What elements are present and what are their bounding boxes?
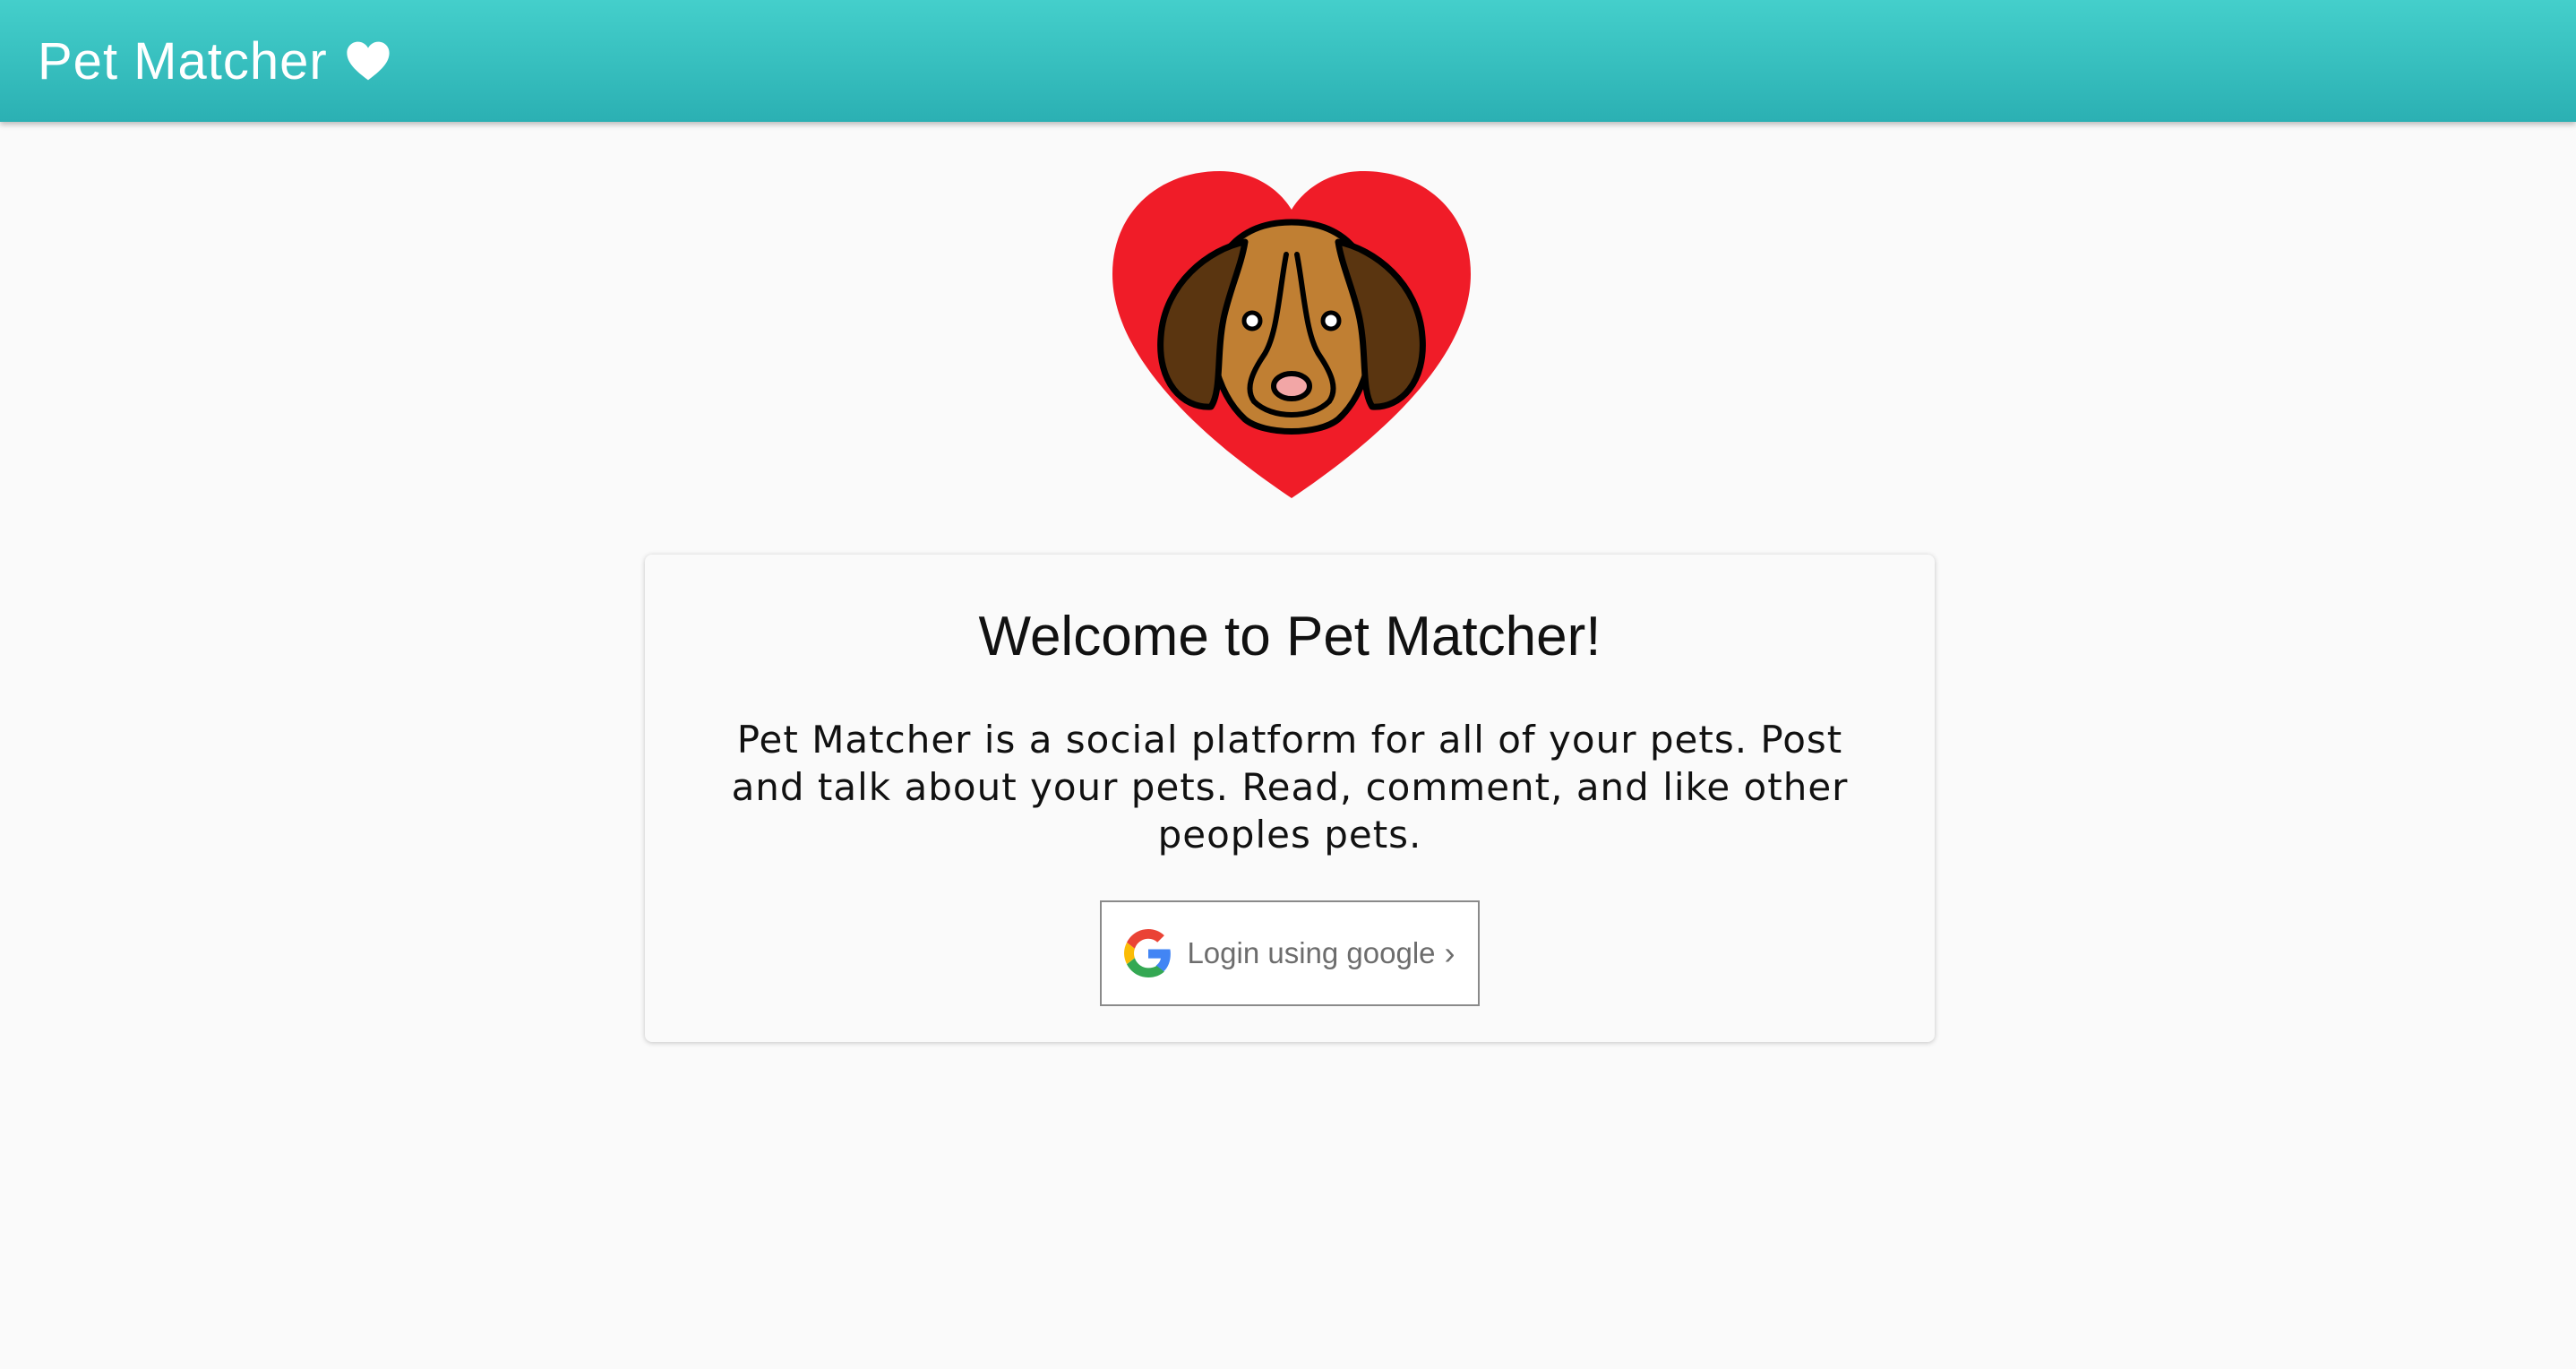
welcome-description: Pet Matcher is a social platform for all…	[731, 718, 1849, 857]
dog-nose	[1271, 371, 1312, 401]
dog-eye-left	[1241, 310, 1263, 331]
app-title: Pet Matcher	[38, 31, 328, 90]
welcome-title: Welcome to Pet Matcher!	[978, 606, 1601, 667]
chevron-right-icon: ›	[1444, 934, 1455, 971]
heart-icon	[347, 41, 390, 81]
google-icon	[1124, 929, 1172, 977]
dog-eye-right	[1320, 310, 1342, 331]
app-bar: Pet Matcher	[0, 0, 2576, 122]
dog-heart-logo	[1112, 171, 1471, 498]
welcome-card: Welcome to Pet Matcher! Pet Matcher is a…	[645, 555, 1935, 1042]
google-login-button[interactable]: Login using google ›	[1100, 900, 1480, 1006]
login-button-label: Login using google	[1187, 936, 1436, 969]
